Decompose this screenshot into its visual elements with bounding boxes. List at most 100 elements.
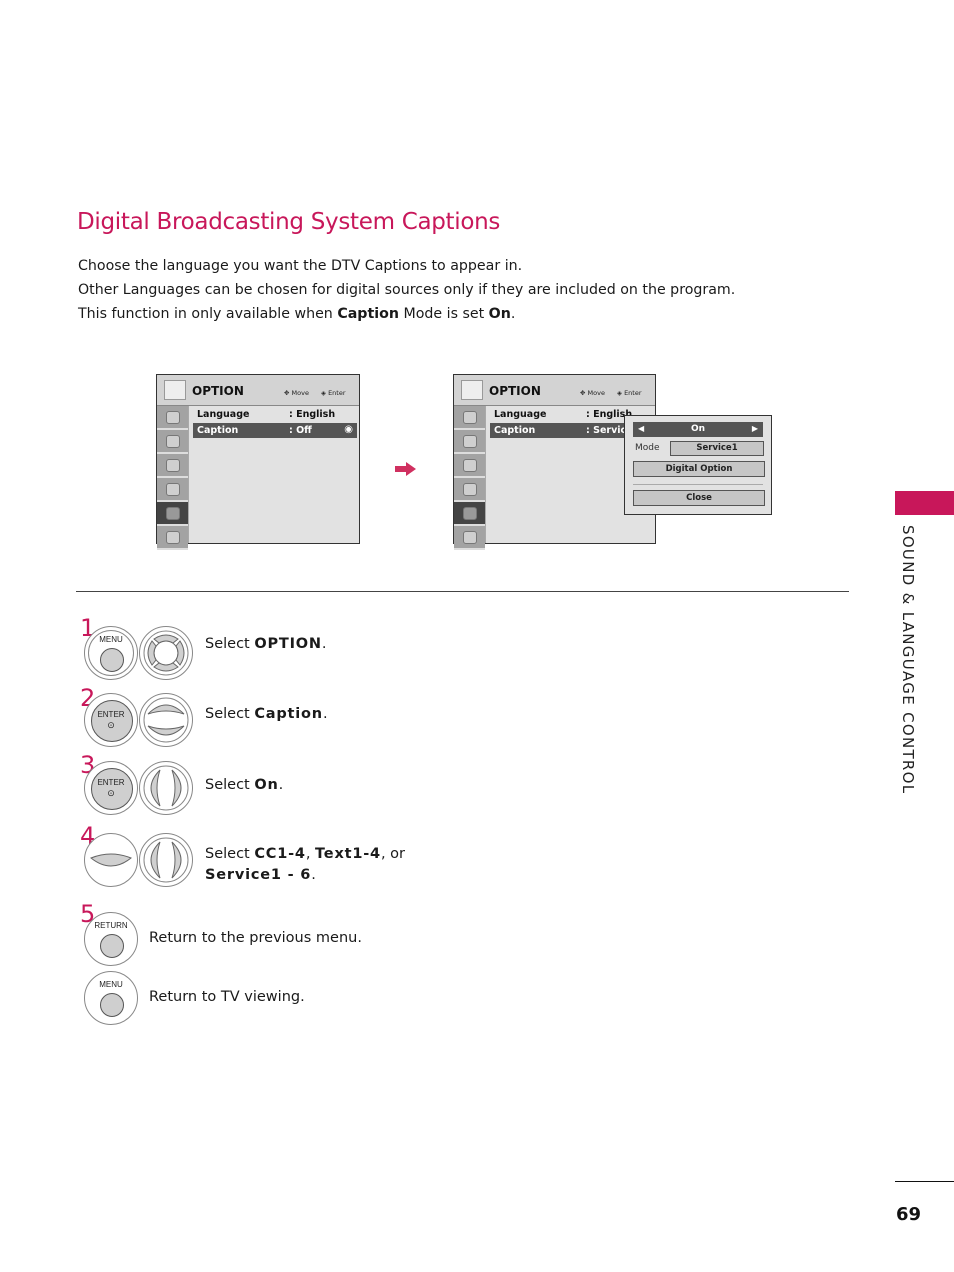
step-bold: Caption [254, 706, 323, 722]
caption-state-selector[interactable]: ◀ On ▶ [633, 422, 763, 437]
menu-key-icon [100, 648, 124, 672]
mode-value-button[interactable]: Service1 [670, 441, 764, 456]
caption-popup: ◀ On ▶ Mode Service1 Digital Option Clos… [624, 415, 772, 515]
left-right-keys [139, 833, 193, 887]
step-bold: CC1-4 [254, 846, 306, 862]
step-text: . [321, 636, 327, 652]
row-label: Caption [197, 425, 239, 436]
move-icon: ✥ [284, 389, 290, 397]
enter-icon: ◈ [617, 389, 622, 397]
osd-title: OPTION [192, 384, 244, 398]
option-category-icon [164, 380, 186, 400]
category-picture-icon[interactable] [454, 430, 485, 454]
step-bold: On [254, 777, 279, 793]
move-hint: ✥ Move [580, 389, 605, 397]
category-time-icon[interactable] [157, 478, 188, 502]
move-hint-label: Move [291, 389, 309, 397]
step-6-instruction: Return to TV viewing. [149, 989, 305, 1005]
step-text: . [311, 867, 316, 883]
move-hint-label: Move [587, 389, 605, 397]
osd-header: OPTION ✥ Move ◈ Enter [454, 375, 655, 406]
osd-header: OPTION ✥ Move ◈ Enter [157, 375, 359, 406]
enter-button: ENTER ⊙ [84, 761, 138, 815]
left-right-icon [143, 837, 189, 883]
category-setup-icon[interactable] [157, 406, 188, 430]
row-label: Caption [494, 425, 536, 436]
up-down-keys [139, 693, 193, 747]
menu-button: MENU [84, 971, 138, 1025]
left-right-icon [143, 765, 189, 811]
enter-button: ENTER ⊙ [84, 693, 138, 747]
move-icon: ✥ [580, 389, 586, 397]
step-text: Select [205, 636, 255, 652]
step-2-instruction: Select Caption. [205, 706, 328, 722]
osd-category-sidebar [157, 406, 189, 550]
category-lock-icon[interactable] [157, 526, 188, 550]
button-label: RETURN [94, 921, 128, 930]
caption-state-value: On [690, 424, 706, 434]
move-hint: ✥ Move [284, 389, 309, 397]
menu-button: MENU [84, 626, 138, 680]
close-button[interactable]: Close [633, 490, 765, 506]
category-picture-icon[interactable] [157, 430, 188, 454]
next-arrow-icon [395, 462, 416, 476]
page-number-rule [895, 1181, 954, 1182]
category-option-icon[interactable] [454, 502, 485, 526]
page-number: 69 [896, 1204, 922, 1225]
step-1-instruction: Select OPTION. [205, 636, 326, 652]
button-label: MENU [99, 980, 123, 989]
step-3-instruction: Select On. [205, 777, 283, 793]
enter-dot-icon: ⊙ [107, 720, 115, 730]
section-tab-marker [895, 491, 954, 515]
step-text: Select [205, 777, 255, 793]
down-key [84, 833, 138, 887]
step-text: . [278, 777, 284, 793]
left-right-keys [139, 761, 193, 815]
osd-menu-before: OPTION ✥ Move ◈ Enter Language : English… [156, 374, 360, 550]
step-4-instruction: Select CC1-4, Text1-4, or Service1 - 6. [205, 844, 405, 886]
intro-text: Mode is set [398, 306, 489, 322]
step-text: , or [380, 846, 405, 862]
osd-category-sidebar [454, 406, 486, 550]
nav-pad-icon [143, 630, 189, 676]
return-button: RETURN [84, 912, 138, 966]
page-title: Digital Broadcasting System Captions [77, 209, 501, 235]
step-bold: OPTION [254, 636, 322, 652]
option-category-icon [461, 380, 483, 400]
mode-label: Mode [635, 443, 660, 453]
enter-dot-icon: ⊙ [107, 788, 115, 798]
enter-hint: ◈ Enter [321, 389, 346, 397]
intro-text: This function in only available when [78, 306, 338, 322]
category-setup-icon[interactable] [454, 406, 485, 430]
return-key-icon [100, 934, 124, 958]
down-arrow-icon [90, 853, 132, 867]
section-tab-label: Sound & Language Control [899, 525, 917, 795]
section-divider [76, 591, 849, 592]
category-audio-icon[interactable] [454, 454, 485, 478]
button-label: ENTER [97, 778, 125, 787]
osd-row-caption[interactable]: Caption : Off ◉ [193, 423, 357, 438]
step-bold: Service1 - 6 [205, 867, 312, 883]
button-label: MENU [99, 635, 123, 644]
step-text: Select [205, 706, 255, 722]
up-down-icon [143, 697, 189, 743]
enter-hint-label: Enter [624, 389, 642, 397]
digital-option-button[interactable]: Digital Option [633, 461, 765, 477]
enter-icon: ◈ [321, 389, 326, 397]
osd-title: OPTION [489, 384, 541, 398]
category-lock-icon[interactable] [454, 526, 485, 550]
button-label: ENTER [97, 710, 125, 719]
row-value: : Off [289, 425, 312, 436]
category-time-icon[interactable] [454, 478, 485, 502]
step-text: Select [205, 846, 255, 862]
row-label: Language [197, 409, 250, 420]
step-5-instruction: Return to the previous menu. [149, 930, 362, 946]
menu-key-icon [100, 993, 124, 1017]
category-audio-icon[interactable] [157, 454, 188, 478]
row-value: : English [289, 409, 336, 420]
category-option-icon[interactable] [157, 502, 188, 526]
osd-row-language[interactable]: Language : English [193, 407, 355, 422]
right-arrow-icon[interactable]: ▶ [752, 424, 758, 433]
popup-divider [633, 484, 763, 485]
enter-hint-label: Enter [328, 389, 346, 397]
